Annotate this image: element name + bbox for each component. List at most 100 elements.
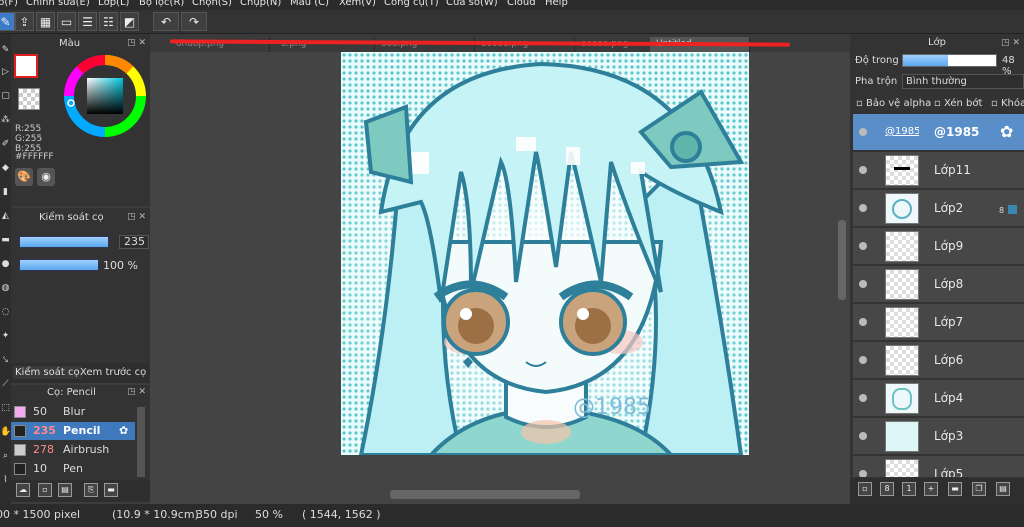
panel-close-icon[interactable]: ◳ ✕	[127, 38, 146, 48]
background-color-swatch[interactable]	[18, 88, 40, 110]
canvas-vertical-scrollbar[interactable]	[838, 220, 846, 300]
menu-edit[interactable]: Chỉnh sửa(E)	[26, 0, 90, 8]
panel-close-icon[interactable]: ◳ ✕	[1001, 38, 1020, 48]
eye-icon[interactable]	[859, 204, 867, 212]
gear-icon[interactable]: ✿	[119, 422, 128, 440]
menu-tools[interactable]: Công cụ(T)	[384, 0, 439, 8]
menu-window[interactable]: Cửa sổ(W)	[446, 0, 498, 8]
list-item[interactable]: 235 Pencil ✿	[11, 422, 135, 440]
redo-icon[interactable]: ↷	[181, 12, 207, 31]
text-tool-icon[interactable]: ⬚	[0, 398, 11, 418]
foreground-color-swatch[interactable]	[14, 54, 38, 78]
layer-opacity-slider[interactable]	[902, 54, 997, 67]
menu-view[interactable]: Xem(V)	[339, 0, 376, 8]
merge-layer-icon[interactable]: ▤	[996, 482, 1010, 496]
clipping-checkbox[interactable]: ▫ Xén bớt	[934, 98, 982, 109]
list-item[interactable]: 278 Airbrush	[11, 441, 135, 459]
brush-opacity-slider[interactable]	[19, 259, 99, 271]
folder-icon[interactable]: ▬	[104, 483, 118, 497]
arrow-tool-icon[interactable]: ▷	[0, 62, 11, 82]
layer-row[interactable]: Lớp6	[853, 342, 1024, 379]
layer-row[interactable]: Lớp4	[853, 380, 1024, 417]
gradient-tool-icon[interactable]: ▬	[0, 230, 11, 250]
blur-tool-icon[interactable]: ●	[0, 254, 11, 274]
smudge-tool-icon[interactable]: ◍	[0, 278, 11, 298]
menu-help[interactable]: Help	[545, 0, 568, 8]
artwork-canvas[interactable]: @1985	[341, 52, 749, 455]
brush-size-value[interactable]: 235	[119, 235, 149, 249]
cloud-download-icon[interactable]: ☁	[16, 483, 30, 497]
panel-close-icon[interactable]: ◳ ✕	[127, 212, 146, 222]
sparkle-tool-icon[interactable]: ✦	[0, 326, 11, 346]
menu-file[interactable]: p(F)	[0, 0, 18, 8]
fill-tool-icon[interactable]: ◆	[0, 158, 11, 178]
color-wheel[interactable]	[63, 54, 147, 138]
duplicate-layer-icon[interactable]: ❐	[972, 482, 986, 496]
eye-icon[interactable]	[859, 166, 867, 174]
layer-row[interactable]: Lớp2 8	[853, 190, 1024, 227]
menu-cloud[interactable]: Cloud	[507, 0, 536, 8]
folder-icon[interactable]: ▬	[948, 482, 962, 496]
new-layer-icon[interactable]: ▫	[858, 482, 872, 496]
eye-icon[interactable]	[859, 394, 867, 402]
tool-icon[interactable]: ✎	[0, 12, 15, 31]
layer-row-selected[interactable]: @1985 @1985 ✿	[853, 114, 1024, 151]
new-layer-8bit-icon[interactable]: 8	[880, 482, 894, 496]
menu-select[interactable]: Chọn(S)	[192, 0, 232, 8]
new-brush-icon[interactable]: ▫	[38, 483, 52, 497]
layer-row[interactable]: Lớp8	[853, 266, 1024, 303]
layer-row[interactable]: Lớp9	[853, 228, 1024, 265]
gear-icon[interactable]: ✿	[1000, 122, 1013, 141]
undo-icon[interactable]: ↶	[153, 12, 179, 31]
grid-icon[interactable]: ▦	[36, 12, 55, 31]
comment-icon[interactable]: ▭	[57, 12, 76, 31]
new-layer-1bit-icon[interactable]: 1	[902, 482, 916, 496]
brush-size-slider[interactable]	[19, 236, 109, 248]
brush-export-icon[interactable]: ⎘	[84, 483, 98, 497]
blend-mode-select[interactable]: Bình thường	[902, 74, 1024, 89]
bucket-tool-icon[interactable]: ◭	[0, 206, 11, 226]
apps-icon[interactable]: ◩	[120, 12, 139, 31]
pen-tool-icon[interactable]: ✎	[0, 40, 11, 60]
palette-settings-icon[interactable]: ◉	[37, 168, 55, 186]
eye-icon[interactable]	[859, 470, 867, 477]
ruler-tool-icon[interactable]: ⟋	[0, 374, 11, 394]
list-item[interactable]: 50 Blur	[11, 403, 135, 421]
tab-brush-control[interactable]: Kiểm soát cọ	[13, 366, 82, 379]
hand-tool-icon[interactable]: ✋	[0, 422, 11, 442]
layer-row[interactable]: Lớp7	[853, 304, 1024, 341]
lock-checkbox[interactable]: ▫ Khóa	[991, 98, 1024, 109]
zoom-tool-icon[interactable]: ⌕	[0, 446, 11, 466]
add-layer-menu-icon[interactable]: +	[924, 482, 938, 496]
list-icon[interactable]: ☷	[99, 12, 118, 31]
select-tool-icon[interactable]: ▢	[0, 86, 11, 106]
eye-icon[interactable]	[859, 128, 867, 136]
eye-icon[interactable]	[859, 432, 867, 440]
eye-icon[interactable]	[859, 318, 867, 326]
document-icon[interactable]: ☰	[78, 12, 97, 31]
lasso-tool-icon[interactable]: ◌	[0, 302, 11, 322]
menu-color[interactable]: Màu (C)	[290, 0, 329, 8]
palette-icon[interactable]: 🎨	[15, 168, 33, 186]
eye-icon[interactable]	[859, 242, 867, 250]
protect-alpha-checkbox[interactable]: ▫ Bảo vệ alpha	[856, 98, 931, 109]
canvas-horizontal-scrollbar[interactable]	[390, 490, 580, 499]
brush-list-scrollbar[interactable]	[137, 407, 145, 477]
eyedropper-tool-icon[interactable]: ⌇	[0, 470, 11, 490]
menu-capture[interactable]: Chụp(N)	[240, 0, 281, 8]
menu-layer[interactable]: Lớp(L)	[98, 0, 129, 8]
pipette-tool-icon[interactable]: ⤥	[0, 350, 11, 370]
brush-menu-icon[interactable]: ▤	[58, 483, 72, 497]
brush-tool-icon[interactable]: ✐	[0, 134, 11, 154]
wand-tool-icon[interactable]: ⁂	[0, 110, 11, 130]
layer-row[interactable]: Lớp11	[853, 152, 1024, 189]
menu-filter[interactable]: Bộ lọc(R)	[139, 0, 184, 8]
layer-row[interactable]: Lớp3	[853, 418, 1024, 455]
eye-icon[interactable]	[859, 280, 867, 288]
layer-row[interactable]: Lớp5	[853, 456, 1024, 478]
panel-close-icon[interactable]: ◳ ✕	[127, 387, 146, 397]
eye-icon[interactable]	[859, 356, 867, 364]
share-icon[interactable]: ⇪	[15, 12, 34, 31]
tab-brush-preview[interactable]: Xem trước cọ	[78, 366, 148, 379]
eraser-tool-icon[interactable]: ▮	[0, 182, 11, 202]
